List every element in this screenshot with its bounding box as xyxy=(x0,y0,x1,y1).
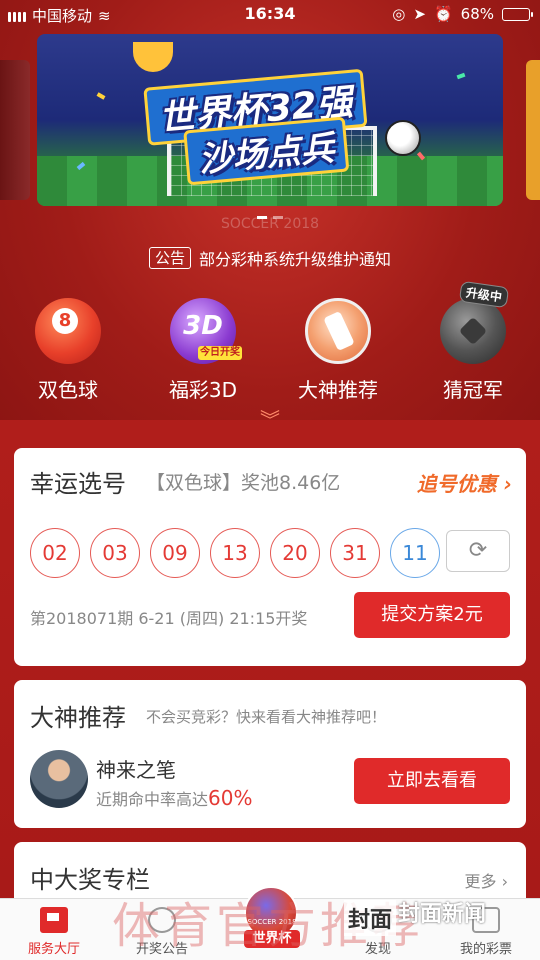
red-ball-icon: 8 xyxy=(35,298,101,364)
carousel-dots xyxy=(0,216,540,219)
today-draw-badge: 今日开奖 xyxy=(198,346,242,360)
3d-icon: 3D 今日开奖 xyxy=(170,298,242,364)
red-ball[interactable]: 31 xyxy=(330,528,380,578)
refresh-button[interactable]: ⟳ xyxy=(446,530,510,572)
hit-rate-label: 近期命中率高达 xyxy=(96,790,209,809)
master-subtitle: 不会买竞彩？快来看看大神推荐吧！ xyxy=(146,708,387,726)
submit-plan-button[interactable]: 提交方案2元 xyxy=(354,592,510,638)
tab-label: 服务大厅 xyxy=(27,942,80,957)
go-see-button[interactable]: 立即去看看 xyxy=(354,758,510,804)
master-recommend-card: 大神推荐 不会买竞彩？快来看看大神推荐吧！ 神来之笔 近期命中率高达60% 立即… xyxy=(14,680,526,828)
lucky-title: 幸运选号 xyxy=(30,470,126,498)
lucky-subtitle: 【双色球】奖池8.46亿 xyxy=(146,472,341,494)
number-balls: 02 03 09 13 20 31 11 xyxy=(30,528,440,578)
battery-icon xyxy=(502,7,533,21)
master-title: 大神推荐 xyxy=(30,704,126,732)
location-icon: ➤ xyxy=(413,5,426,23)
more-link[interactable]: 更多 › xyxy=(465,868,509,892)
brand-logo-text: 封面新闻 xyxy=(398,902,487,927)
category-guess-champion[interactable]: 升级中 猜冠军 xyxy=(413,280,533,403)
red-ball[interactable]: 02 xyxy=(30,528,80,578)
announcement-text: 部分彩种系统升级维护通知 xyxy=(199,250,392,269)
category-fucai3d[interactable]: 3D 今日开奖 福彩3D xyxy=(143,298,263,403)
red-ball[interactable]: 09 xyxy=(150,528,200,578)
chase-discount-link[interactable]: 追号优惠 › xyxy=(417,468,512,497)
battery-percent: 68% xyxy=(460,5,494,23)
announcement-tag: 公告 xyxy=(148,247,191,269)
hit-rate-value: 60% xyxy=(208,786,253,810)
category-label: 双色球 xyxy=(38,378,98,402)
lottery-categories: 8 双色球 3D 今日开奖 福彩3D 大神推荐 升级中 猜冠军 xyxy=(0,280,540,408)
blue-ball[interactable]: 11 xyxy=(390,528,440,578)
banner-next-peek[interactable] xyxy=(526,60,540,200)
lock-rotation-icon: ◎ xyxy=(392,5,406,23)
announcement-bar[interactable]: 公告 部分彩种系统升级维护通知 xyxy=(0,246,540,270)
trophy-icon xyxy=(133,42,173,72)
hit-rate: 近期命中率高达60% xyxy=(96,786,252,810)
red-ball[interactable]: 03 xyxy=(90,528,140,578)
category-master-recommend[interactable]: 大神推荐 xyxy=(278,298,398,403)
carousel-dot-active xyxy=(257,216,267,219)
hand-flag-icon xyxy=(305,298,371,364)
status-bar: 中国移动 ≋ 16:34 ◎ ➤ ⏰ 68% xyxy=(0,0,540,28)
confetti xyxy=(96,92,106,100)
lucky-pick-card: 幸运选号 【双色球】奖池8.46亿 追号优惠 › 02 03 09 13 20 … xyxy=(14,448,526,666)
brand-logo: 封面 xyxy=(344,900,397,936)
tab-service-hall[interactable]: 服务大厅 xyxy=(0,899,108,960)
refresh-icon: ⟳ xyxy=(468,538,488,563)
banner-prev-peek[interactable] xyxy=(0,60,30,200)
avatar[interactable] xyxy=(30,750,88,808)
category-label: 猜冠军 xyxy=(443,378,503,402)
flag-icon xyxy=(40,907,68,933)
expand-chevron-icon[interactable]: ︾ xyxy=(0,410,540,430)
category-label: 福彩3D xyxy=(168,378,238,402)
alarm-icon: ⏰ xyxy=(433,5,453,23)
category-shuangseqiu[interactable]: 8 双色球 xyxy=(8,298,128,403)
category-label: 大神推荐 xyxy=(298,378,378,402)
confetti xyxy=(456,72,466,80)
soccer-ball-icon xyxy=(385,120,421,156)
carousel-dot xyxy=(273,216,283,219)
tab-label: 我的彩票 xyxy=(459,942,512,957)
soccer-ball-icon: 升级中 xyxy=(440,280,510,364)
master-name: 神来之笔 xyxy=(96,758,176,782)
promo-banner[interactable]: 世界杯32强 沙场点兵 xyxy=(37,34,503,206)
red-ball[interactable]: 13 xyxy=(210,528,260,578)
red-ball[interactable]: 20 xyxy=(270,528,320,578)
draw-issue: 第2018071期 6-21 (周四) 21:15开奖 xyxy=(30,609,308,628)
status-right: ◎ ➤ ⏰ 68% xyxy=(392,5,533,23)
